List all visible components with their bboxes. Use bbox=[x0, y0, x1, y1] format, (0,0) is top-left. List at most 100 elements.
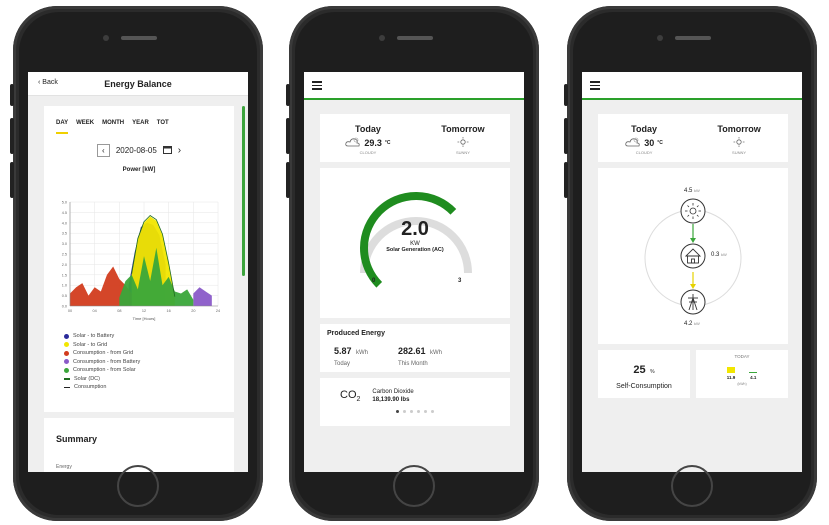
legend-label: Consumption bbox=[74, 384, 107, 390]
legend-swatch bbox=[64, 350, 69, 356]
tab-week[interactable]: WEEK bbox=[76, 120, 94, 134]
legend-item: Consumption - from Grid bbox=[64, 349, 140, 358]
home-button[interactable] bbox=[117, 465, 159, 507]
pager-dot[interactable] bbox=[403, 410, 406, 413]
menu-icon[interactable] bbox=[312, 81, 322, 92]
tab-tot[interactable]: TOT bbox=[157, 120, 169, 134]
sun-icon bbox=[733, 137, 745, 149]
earpiece bbox=[397, 36, 433, 40]
produced-today: 5.87 kWh Today bbox=[334, 341, 368, 367]
energy-card: DAY WEEK MONTH YEAR TOT ‹ 2020-08-05 › P… bbox=[44, 106, 234, 412]
temp-unit: °C bbox=[657, 140, 663, 146]
self-consumption-card: 25 % Self-Consumption bbox=[598, 350, 690, 398]
legend-swatch bbox=[64, 386, 70, 388]
side-button bbox=[564, 118, 568, 154]
today-caption: TODAY bbox=[734, 354, 750, 359]
pager-dot[interactable] bbox=[396, 410, 399, 413]
earpiece bbox=[675, 36, 711, 40]
prev-date-button[interactable]: ‹ bbox=[96, 144, 110, 157]
tomorrow-condition: SUNNY bbox=[455, 150, 470, 155]
side-button bbox=[10, 162, 14, 198]
tomorrow-weather: Tomorrow SUNNY bbox=[441, 124, 484, 155]
tab-day[interactable]: DAY bbox=[56, 120, 69, 134]
today-summary-card: TODAY 11.9 4.1 (kWh) bbox=[696, 350, 788, 398]
calendar-icon[interactable] bbox=[162, 145, 172, 156]
camera bbox=[657, 35, 663, 41]
camera bbox=[103, 35, 109, 41]
power-flow-card: 4.5 kW 0.3 kW 4.2 kW bbox=[598, 168, 788, 344]
gauge-card: 2.0 KW Solar Generation (AC) 0 3 bbox=[320, 168, 510, 318]
self-consumption-value: 25 bbox=[633, 364, 646, 376]
co2-symbol: CO2 bbox=[340, 388, 361, 404]
side-button bbox=[564, 162, 568, 198]
solar-node bbox=[680, 198, 706, 224]
legend-item: Consumption - from Battery bbox=[64, 358, 140, 367]
pager-dot[interactable] bbox=[417, 410, 420, 413]
legend-item: Solar (DC) bbox=[64, 375, 140, 384]
screen: Today 29.3 °C CLOUDY Tomorrow SUNNY 2.0 … bbox=[304, 72, 524, 472]
today-label: Today bbox=[355, 124, 381, 134]
chart-legend: Solar - to Battery Solar - to Grid Consump… bbox=[64, 332, 140, 392]
today-temp: 29.3 bbox=[364, 138, 382, 148]
earpiece bbox=[121, 36, 157, 40]
cloudy-icon bbox=[625, 137, 641, 149]
x-tick-label: 24 bbox=[216, 309, 220, 313]
y-tick-label: 1.0 bbox=[62, 284, 67, 288]
y-tick-label: 2.0 bbox=[62, 263, 67, 267]
app-header: ‹ Back Energy Balance bbox=[28, 72, 248, 96]
tab-year[interactable]: YEAR bbox=[132, 120, 149, 134]
y-tick-label: 0.5 bbox=[62, 294, 67, 298]
tomorrow-condition: SUNNY bbox=[732, 150, 747, 155]
weather-card: Today 29.3 °C CLOUDY Tomorrow SUNNY bbox=[320, 114, 510, 162]
gauge-value: 2.0 bbox=[401, 218, 429, 240]
date-label: 2020-08-05 bbox=[115, 146, 157, 155]
pager-dot[interactable] bbox=[424, 410, 427, 413]
legend-item: Solar - to Grid bbox=[64, 341, 140, 350]
legend-label: Consumption - from Grid bbox=[73, 350, 134, 356]
house-reading: 0.3 kW bbox=[711, 252, 727, 258]
sun-icon bbox=[457, 137, 469, 149]
pager-dot[interactable] bbox=[410, 410, 413, 413]
back-button[interactable]: ‹ Back bbox=[38, 79, 58, 86]
scrollbar[interactable] bbox=[242, 106, 245, 276]
temp-unit: °C bbox=[384, 140, 391, 146]
legend-item: Consumption - from Solar bbox=[64, 366, 140, 375]
x-tick-label: 00 bbox=[68, 309, 72, 313]
side-button bbox=[10, 84, 14, 106]
today-temp: 30 bbox=[644, 138, 655, 148]
mini-unit: (kWh) bbox=[737, 382, 747, 386]
legend-label: Consumption - from Solar bbox=[73, 367, 136, 373]
produced-today-label: Today bbox=[334, 361, 351, 367]
y-tick-label: 3.5 bbox=[62, 232, 67, 236]
pager-dots[interactable] bbox=[320, 410, 510, 413]
screen: ‹ Back Energy Balance DAY WEEK MONTH YEA… bbox=[28, 72, 248, 472]
self-consumption-unit: % bbox=[650, 369, 655, 375]
legend-label: Solar (DC) bbox=[74, 375, 100, 382]
today-weather: Today 29.3 °C CLOUDY bbox=[345, 124, 391, 155]
mini-swatch bbox=[726, 367, 735, 373]
phone-dashboard: Today 29.3 °C CLOUDY Tomorrow SUNNY 2.0 … bbox=[286, 6, 539, 521]
next-date-button[interactable]: › bbox=[178, 145, 181, 156]
legend-swatch bbox=[64, 359, 69, 365]
mini-bar-2: 4.1 bbox=[749, 371, 758, 380]
x-tick-label: 12 bbox=[142, 309, 146, 313]
self-consumption-label: Self-Consumption bbox=[616, 383, 672, 390]
co2-card: CO2 Carbon Dioxide 18,139.90 lbs bbox=[320, 378, 510, 426]
y-tick-label: 3.0 bbox=[62, 242, 67, 246]
screen: Today 30 °C CLOUDY Tomorrow SUNNY 4.5 kW… bbox=[582, 72, 802, 472]
legend-swatch bbox=[64, 333, 69, 339]
power-chart: 0.0 0.5 1.0 1.5 2.0 2.5 3.0 3.5 4.0 4.5 5.0 00 04 08 1… bbox=[62, 201, 220, 322]
pager-dot[interactable] bbox=[431, 410, 434, 413]
home-button[interactable] bbox=[671, 465, 713, 507]
legend-swatch bbox=[64, 378, 70, 380]
weather-card: Today 30 °C CLOUDY Tomorrow SUNNY bbox=[598, 114, 788, 162]
menu-icon[interactable] bbox=[590, 81, 600, 92]
today-label: Today bbox=[631, 124, 657, 134]
produced-month: 282.61 kWh This Month bbox=[398, 341, 442, 367]
chart-title: Power [kW] bbox=[122, 167, 156, 173]
grid-reading: 4.2 kW bbox=[684, 321, 700, 327]
home-button[interactable] bbox=[393, 465, 435, 507]
tab-month[interactable]: MONTH bbox=[102, 120, 124, 134]
phone-energy-balance: ‹ Back Energy Balance DAY WEEK MONTH YEA… bbox=[10, 6, 263, 521]
camera bbox=[379, 35, 385, 41]
